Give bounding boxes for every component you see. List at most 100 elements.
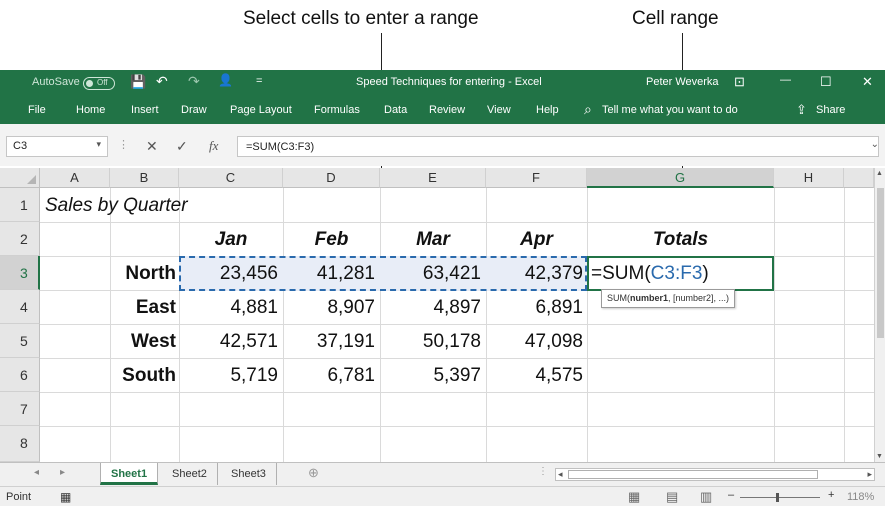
- row-header-7[interactable]: 7: [0, 392, 40, 426]
- scroll-up-icon[interactable]: ▲: [876, 170, 883, 177]
- cell-c4[interactable]: 4,881: [179, 291, 278, 325]
- search-icon[interactable]: ⌕: [584, 101, 592, 118]
- select-all-corner[interactable]: [0, 168, 40, 188]
- hscroll-thumb[interactable]: [568, 470, 818, 479]
- cell-e5[interactable]: 50,178: [380, 325, 481, 359]
- tab-data[interactable]: Data: [384, 104, 407, 116]
- cell-d4[interactable]: 8,907: [283, 291, 375, 325]
- zoom-slider-knob[interactable]: [776, 493, 779, 502]
- sheet-title-cell[interactable]: Sales by Quarter: [45, 189, 188, 223]
- header-apr[interactable]: Apr: [486, 223, 587, 257]
- redo-icon[interactable]: ↷: [188, 73, 200, 90]
- region-east[interactable]: East: [110, 291, 176, 325]
- row-header-8[interactable]: 8: [0, 426, 40, 462]
- enter-icon[interactable]: ✓: [176, 138, 188, 155]
- maximize-icon[interactable]: ☐: [820, 74, 832, 90]
- share-button[interactable]: Share: [816, 104, 845, 116]
- normal-view-icon[interactable]: ▦: [628, 489, 640, 505]
- zoom-level[interactable]: 118%: [847, 491, 874, 503]
- insert-function-icon[interactable]: fx: [209, 138, 218, 154]
- minimize-icon[interactable]: —: [780, 74, 791, 86]
- tab-view[interactable]: View: [487, 104, 511, 116]
- sheet-tab-3[interactable]: Sheet3: [221, 463, 277, 485]
- ribbon-display-icon[interactable]: ⊡: [734, 74, 745, 90]
- cancel-icon[interactable]: ✕: [146, 138, 158, 155]
- formula-input[interactable]: =SUM(C3:F3): [237, 136, 879, 157]
- region-south[interactable]: South: [110, 359, 176, 393]
- cell-f6[interactable]: 4,575: [486, 359, 583, 393]
- customize-toolbar-icon[interactable]: =: [256, 75, 262, 87]
- zoom-out-icon[interactable]: –: [728, 489, 734, 501]
- column-header-b[interactable]: B: [110, 168, 179, 188]
- row-header-1[interactable]: 1: [0, 188, 40, 222]
- column-header-e[interactable]: E: [380, 168, 486, 188]
- macro-record-icon[interactable]: ▦: [60, 490, 71, 504]
- region-north[interactable]: North: [110, 257, 176, 291]
- column-header-f[interactable]: F: [486, 168, 587, 188]
- excel-window: Select cells to enter a range Cell range…: [0, 0, 885, 506]
- sheet-tab-1[interactable]: Sheet1: [100, 463, 159, 485]
- zoom-slider[interactable]: [740, 497, 820, 498]
- row-header-3[interactable]: 3: [0, 256, 40, 290]
- tab-formulas[interactable]: Formulas: [314, 104, 360, 116]
- range-marquee: [179, 256, 587, 291]
- header-feb[interactable]: Feb: [283, 223, 380, 257]
- cell-e6[interactable]: 5,397: [380, 359, 481, 393]
- tab-file[interactable]: File: [28, 104, 46, 116]
- scroll-right-icon[interactable]: ▸: [867, 469, 872, 480]
- user-name[interactable]: Peter Weverka: [646, 76, 719, 88]
- undo-icon[interactable]: ↶: [156, 73, 168, 90]
- column-header-d[interactable]: D: [283, 168, 380, 188]
- column-header-a[interactable]: A: [40, 168, 110, 188]
- sheet-tab-2[interactable]: Sheet2: [162, 463, 218, 485]
- scroll-down-icon[interactable]: ▼: [876, 453, 883, 460]
- gridline: [774, 188, 775, 462]
- next-sheet-icon[interactable]: ▸: [60, 467, 65, 478]
- cell-d5[interactable]: 37,191: [283, 325, 375, 359]
- cell-f5[interactable]: 47,098: [486, 325, 583, 359]
- expand-formula-icon[interactable]: ⌄: [871, 139, 879, 150]
- save-icon[interactable]: 💾: [130, 74, 146, 90]
- column-header-g[interactable]: G: [587, 168, 774, 188]
- column-header-h[interactable]: H: [774, 168, 844, 188]
- chevron-down-icon[interactable]: ▾: [96, 139, 101, 150]
- zoom-in-icon[interactable]: +: [828, 489, 834, 501]
- add-sheet-icon[interactable]: ⊕: [308, 465, 319, 481]
- tab-home[interactable]: Home: [76, 104, 105, 116]
- row-header-5[interactable]: 5: [0, 324, 40, 358]
- cell-c5[interactable]: 42,571: [179, 325, 278, 359]
- header-mar[interactable]: Mar: [380, 223, 486, 257]
- close-icon[interactable]: ✕: [862, 74, 873, 90]
- row-header-2[interactable]: 2: [0, 222, 40, 256]
- cell-e4[interactable]: 4,897: [380, 291, 481, 325]
- person-icon[interactable]: 👤: [218, 73, 233, 87]
- vertical-scrollbar[interactable]: ▲ ▼: [874, 168, 885, 462]
- name-box[interactable]: C3 ▾: [6, 136, 108, 157]
- scroll-left-icon[interactable]: ◂: [558, 469, 563, 480]
- page-layout-view-icon[interactable]: ▤: [666, 489, 678, 505]
- column-header-c[interactable]: C: [179, 168, 283, 188]
- tell-me-search[interactable]: Tell me what you want to do: [602, 104, 738, 116]
- page-break-view-icon[interactable]: ▥: [700, 489, 712, 505]
- cell-d6[interactable]: 6,781: [283, 359, 375, 393]
- row-header-6[interactable]: 6: [0, 358, 40, 392]
- tab-review[interactable]: Review: [429, 104, 465, 116]
- cell-c6[interactable]: 5,719: [179, 359, 278, 393]
- region-west[interactable]: West: [110, 325, 176, 359]
- formula-prefix: =SUM(: [591, 263, 651, 284]
- cell-f4[interactable]: 6,891: [486, 291, 583, 325]
- share-icon[interactable]: ⇪: [796, 102, 807, 118]
- tab-insert[interactable]: Insert: [131, 104, 159, 116]
- tab-help[interactable]: Help: [536, 104, 559, 116]
- column-header-next[interactable]: [844, 168, 874, 188]
- autosave-toggle[interactable]: Off: [83, 77, 115, 90]
- tab-page-layout[interactable]: Page Layout: [230, 104, 292, 116]
- row-header-4[interactable]: 4: [0, 290, 40, 324]
- header-jan[interactable]: Jan: [179, 223, 283, 257]
- horizontal-scrollbar[interactable]: ◂ ▸: [555, 468, 875, 481]
- header-totals[interactable]: Totals: [587, 223, 774, 257]
- prev-sheet-icon[interactable]: ◂: [34, 467, 39, 478]
- function-tooltip[interactable]: SUM(number1, [number2], ...): [601, 289, 736, 308]
- scroll-thumb[interactable]: [877, 188, 884, 338]
- tab-draw[interactable]: Draw: [181, 104, 207, 116]
